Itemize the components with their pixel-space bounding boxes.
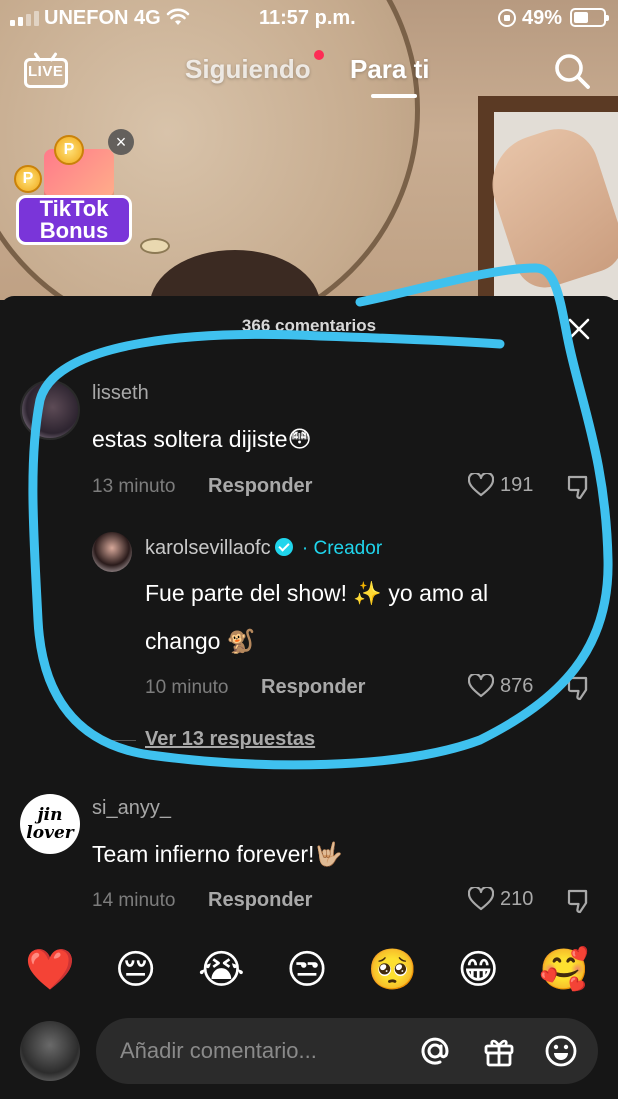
quick-emoji-row: ❤️ 😔 😭 😒 🥺 😁 🥰 xyxy=(0,944,618,996)
emoji-pleading-button[interactable]: 🥺 xyxy=(367,944,419,996)
emoji-unamused-button[interactable]: 😒 xyxy=(281,944,333,996)
bonus-label: TikTok Bonus xyxy=(16,195,132,245)
avatar[interactable] xyxy=(92,532,132,572)
avatar-text-line2: lover xyxy=(26,823,74,843)
reply-button[interactable]: Responder xyxy=(261,676,365,699)
tiktok-bonus-badge[interactable]: P P TikTok Bonus × xyxy=(14,129,138,247)
like-button[interactable]: 210 xyxy=(468,887,533,911)
bonus-label-line1: TikTok xyxy=(39,196,109,221)
emoji-icon[interactable] xyxy=(544,1034,578,1068)
like-button[interactable]: 191 xyxy=(468,473,533,497)
reply-button[interactable]: Responder xyxy=(208,475,312,498)
avatar[interactable]: jin lover xyxy=(20,794,80,854)
emoji-hearts-face-button[interactable]: 🥰 xyxy=(538,944,590,996)
emoji-pensive-button[interactable]: 😔 xyxy=(110,944,162,996)
reply-text-line1: Fue parte del show! ✨ yo amo al xyxy=(145,580,489,606)
like-count: 210 xyxy=(500,887,534,910)
tab-following[interactable]: Siguiendo xyxy=(185,54,311,85)
mention-icon[interactable] xyxy=(418,1034,452,1068)
status-bar: UNEFON 4G 11:57 p.m. 49% xyxy=(0,0,618,36)
gift-icon[interactable] xyxy=(482,1034,516,1068)
comment-input-placeholder: Añadir comentario... xyxy=(120,1038,317,1063)
my-avatar xyxy=(20,1021,80,1081)
reply-button[interactable]: Responder xyxy=(208,889,312,912)
rotation-lock-icon xyxy=(498,9,516,27)
comment-username[interactable]: lisseth xyxy=(92,382,149,405)
like-button[interactable]: 876 xyxy=(468,674,533,698)
comment-text: Team infierno forever!🤟🏼 xyxy=(92,841,344,867)
carrier-label: UNEFON 4G xyxy=(44,7,161,29)
heart-icon xyxy=(468,887,494,911)
bonus-label-line2: Bonus xyxy=(39,218,109,243)
comment-input[interactable]: Añadir comentario... xyxy=(96,1018,598,1084)
comments-count-title: 366 comentarios xyxy=(241,316,377,335)
close-icon[interactable] xyxy=(566,316,592,342)
replies-divider xyxy=(100,740,136,741)
avatar[interactable] xyxy=(20,380,80,440)
dislike-icon[interactable] xyxy=(566,888,592,914)
avatar-text-line1: jin xyxy=(37,805,63,825)
like-count: 876 xyxy=(500,674,534,697)
emoji-grin-button[interactable]: 😁 xyxy=(452,944,504,996)
ceiling-lamp xyxy=(140,238,170,254)
heart-icon xyxy=(468,674,494,698)
emoji-crying-button[interactable]: 😭 xyxy=(195,944,247,996)
coin-icon: P xyxy=(54,135,84,165)
heart-icon xyxy=(468,473,494,497)
creator-badge-prefix: · xyxy=(296,538,314,559)
comment-username[interactable]: si_anyy_ xyxy=(92,797,171,820)
notification-dot xyxy=(314,50,324,60)
live-button[interactable]: LIVE xyxy=(24,52,68,90)
coin-icon: P xyxy=(14,165,42,193)
wifi-icon xyxy=(166,8,190,25)
comment-time: 14 minuto xyxy=(92,890,176,911)
tab-for-you[interactable]: Para ti xyxy=(350,54,430,85)
reply-username[interactable]: karolsevillaofc xyxy=(145,537,271,559)
battery-icon xyxy=(570,8,609,27)
close-icon[interactable]: × xyxy=(108,129,134,155)
active-tab-indicator xyxy=(371,94,417,98)
comment-time: 13 minuto xyxy=(92,476,176,497)
live-label: LIVE xyxy=(28,63,64,80)
emoji-heart-button[interactable]: ❤️ xyxy=(24,944,76,996)
reply-username-row: karolsevillaofc · Creador xyxy=(145,536,382,560)
creator-badge: Creador xyxy=(313,538,383,559)
battery-percent: 49% xyxy=(522,7,563,29)
comment-text: estas soltera dijiste😳 xyxy=(92,426,312,452)
verified-badge-icon xyxy=(274,538,293,556)
dislike-icon[interactable] xyxy=(566,474,592,500)
like-count: 191 xyxy=(500,473,534,496)
signal-icon xyxy=(10,10,39,26)
reply-time: 10 minuto xyxy=(145,677,229,698)
reply-text-line2: chango 🐒 xyxy=(145,628,256,654)
view-replies-link[interactable]: Ver 13 respuestas xyxy=(145,728,315,751)
search-icon[interactable] xyxy=(552,51,592,91)
dislike-icon[interactable] xyxy=(566,675,592,701)
clock: 11:57 p.m. xyxy=(259,7,356,29)
